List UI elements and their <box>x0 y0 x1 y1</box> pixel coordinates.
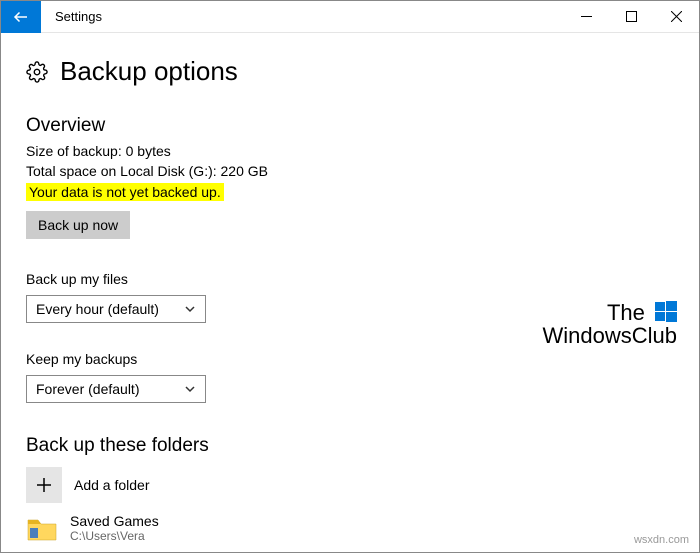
minimize-button[interactable] <box>564 1 609 33</box>
page-title: Backup options <box>60 56 238 87</box>
page-title-row: Backup options <box>26 56 674 87</box>
backup-status-row: Your data is not yet backed up. <box>26 183 674 201</box>
backup-frequency-label: Back up my files <box>26 271 674 287</box>
add-folder-label: Add a folder <box>74 477 150 493</box>
folder-name: Saved Games <box>70 513 159 529</box>
settings-window: Settings Backup options Overview Size of… <box>0 0 700 553</box>
window-title: Settings <box>41 9 102 24</box>
windows-logo-icon <box>655 301 677 323</box>
maximize-button[interactable] <box>609 1 654 33</box>
close-icon <box>671 11 682 22</box>
folder-icon <box>26 513 58 543</box>
backup-frequency-value: Every hour (default) <box>36 301 159 317</box>
retention-value: Forever (default) <box>36 381 139 397</box>
chevron-down-icon <box>184 303 196 315</box>
folder-text: Saved Games C:\Users\Vera <box>70 513 159 543</box>
backup-size-text: Size of backup: 0 bytes <box>26 143 674 159</box>
overview-header: Overview <box>26 115 674 137</box>
total-space-text: Total space on Local Disk (G:): 220 GB <box>26 163 674 179</box>
backup-now-button[interactable]: Back up now <box>26 211 130 239</box>
retention-select[interactable]: Forever (default) <box>26 375 206 403</box>
minimize-icon <box>581 11 592 22</box>
gear-icon <box>26 61 48 83</box>
add-folder-button[interactable] <box>26 467 62 503</box>
source-watermark: wsxdn.com <box>634 534 689 546</box>
add-folder-row[interactable]: Add a folder <box>26 467 674 503</box>
backup-frequency-select[interactable]: Every hour (default) <box>26 295 206 323</box>
titlebar: Settings <box>1 1 699 33</box>
watermark-line2: WindowsClub <box>543 323 678 348</box>
back-button[interactable] <box>1 1 41 33</box>
close-button[interactable] <box>654 1 699 33</box>
maximize-icon <box>626 11 637 22</box>
plus-icon <box>35 476 53 494</box>
folders-header: Back up these folders <box>26 435 674 457</box>
arrow-left-icon <box>12 8 30 26</box>
watermark-line1: The <box>607 300 645 325</box>
folder-path: C:\Users\Vera <box>70 529 159 543</box>
backup-status-text: Your data is not yet backed up. <box>26 183 224 201</box>
folder-list-item[interactable]: Saved Games C:\Users\Vera <box>26 513 674 543</box>
watermark: The WindowsClub <box>543 301 678 347</box>
chevron-down-icon <box>184 383 196 395</box>
content-area: Backup options Overview Size of backup: … <box>1 33 699 552</box>
retention-label: Keep my backups <box>26 351 674 367</box>
